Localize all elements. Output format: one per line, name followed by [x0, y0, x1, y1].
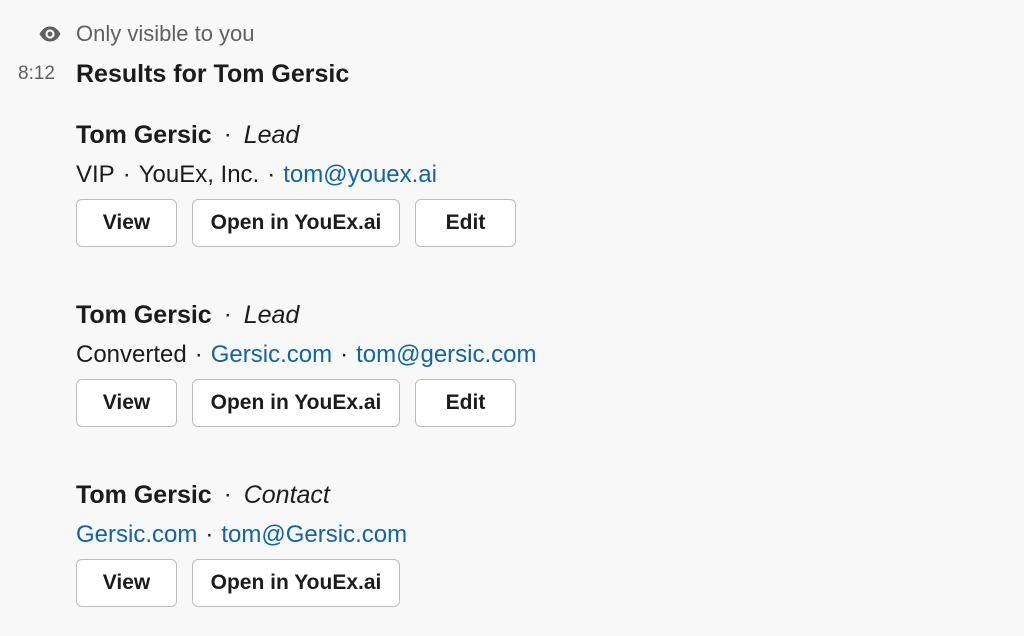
result-header: Tom Gersic · Lead	[76, 118, 299, 152]
result-name: Tom Gersic	[76, 120, 212, 149]
email-link[interactable]: tom@gersic.com	[356, 341, 536, 369]
separator-dot: ·	[267, 161, 276, 188]
message-timestamp[interactable]: 8:12	[18, 61, 55, 87]
separator-dot: ·	[205, 521, 214, 548]
separator-dot: ·	[223, 301, 232, 328]
result-details: VIP · YouEx, Inc. · tom@youex.ai	[76, 158, 437, 192]
separator-dot: ·	[194, 341, 203, 368]
open-in-youex-button[interactable]: Open in YouEx.ai	[192, 559, 400, 607]
edit-button[interactable]: Edit	[415, 379, 516, 427]
action-buttons: View Open in YouEx.ai Edit	[76, 379, 531, 429]
result-details: Gersic.com · tom@Gersic.com	[76, 518, 407, 552]
result-header: Tom Gersic · Contact	[76, 478, 330, 512]
open-in-youex-button[interactable]: Open in YouEx.ai	[192, 199, 400, 247]
view-button[interactable]: View	[76, 559, 177, 607]
open-in-youex-button[interactable]: Open in YouEx.ai	[192, 379, 400, 427]
separator-dot: ·	[223, 121, 232, 148]
separator-dot: ·	[223, 481, 232, 508]
email-link[interactable]: tom@Gersic.com	[221, 521, 407, 549]
result-status: Converted	[76, 341, 187, 368]
company-link[interactable]: Gersic.com	[211, 341, 332, 369]
view-button[interactable]: View	[76, 199, 177, 247]
eye-icon	[38, 22, 62, 46]
separator-dot: ·	[340, 341, 349, 368]
results-title: Results for Tom Gersic	[76, 60, 350, 88]
edit-button[interactable]: Edit	[415, 199, 516, 247]
result-name: Tom Gersic	[76, 300, 212, 329]
visibility-text: Only visible to you	[76, 21, 255, 46]
visibility-notice: Only visible to you	[38, 20, 255, 48]
result-type: Lead	[243, 120, 300, 149]
result-type: Contact	[243, 480, 330, 509]
result-company: YouEx, Inc.	[138, 161, 260, 188]
email-link[interactable]: tom@youex.ai	[283, 161, 437, 189]
result-name: Tom Gersic	[76, 480, 212, 509]
result-details: Converted · Gersic.com · tom@gersic.com	[76, 338, 537, 372]
action-buttons: View Open in YouEx.ai Edit	[76, 199, 531, 249]
result-status: VIP	[76, 161, 115, 188]
view-button[interactable]: View	[76, 379, 177, 427]
result-type: Lead	[243, 300, 300, 329]
action-buttons: View Open in YouEx.ai	[76, 559, 415, 609]
result-header: Tom Gersic · Lead	[76, 298, 299, 332]
company-link[interactable]: Gersic.com	[76, 521, 197, 549]
separator-dot: ·	[122, 161, 131, 188]
